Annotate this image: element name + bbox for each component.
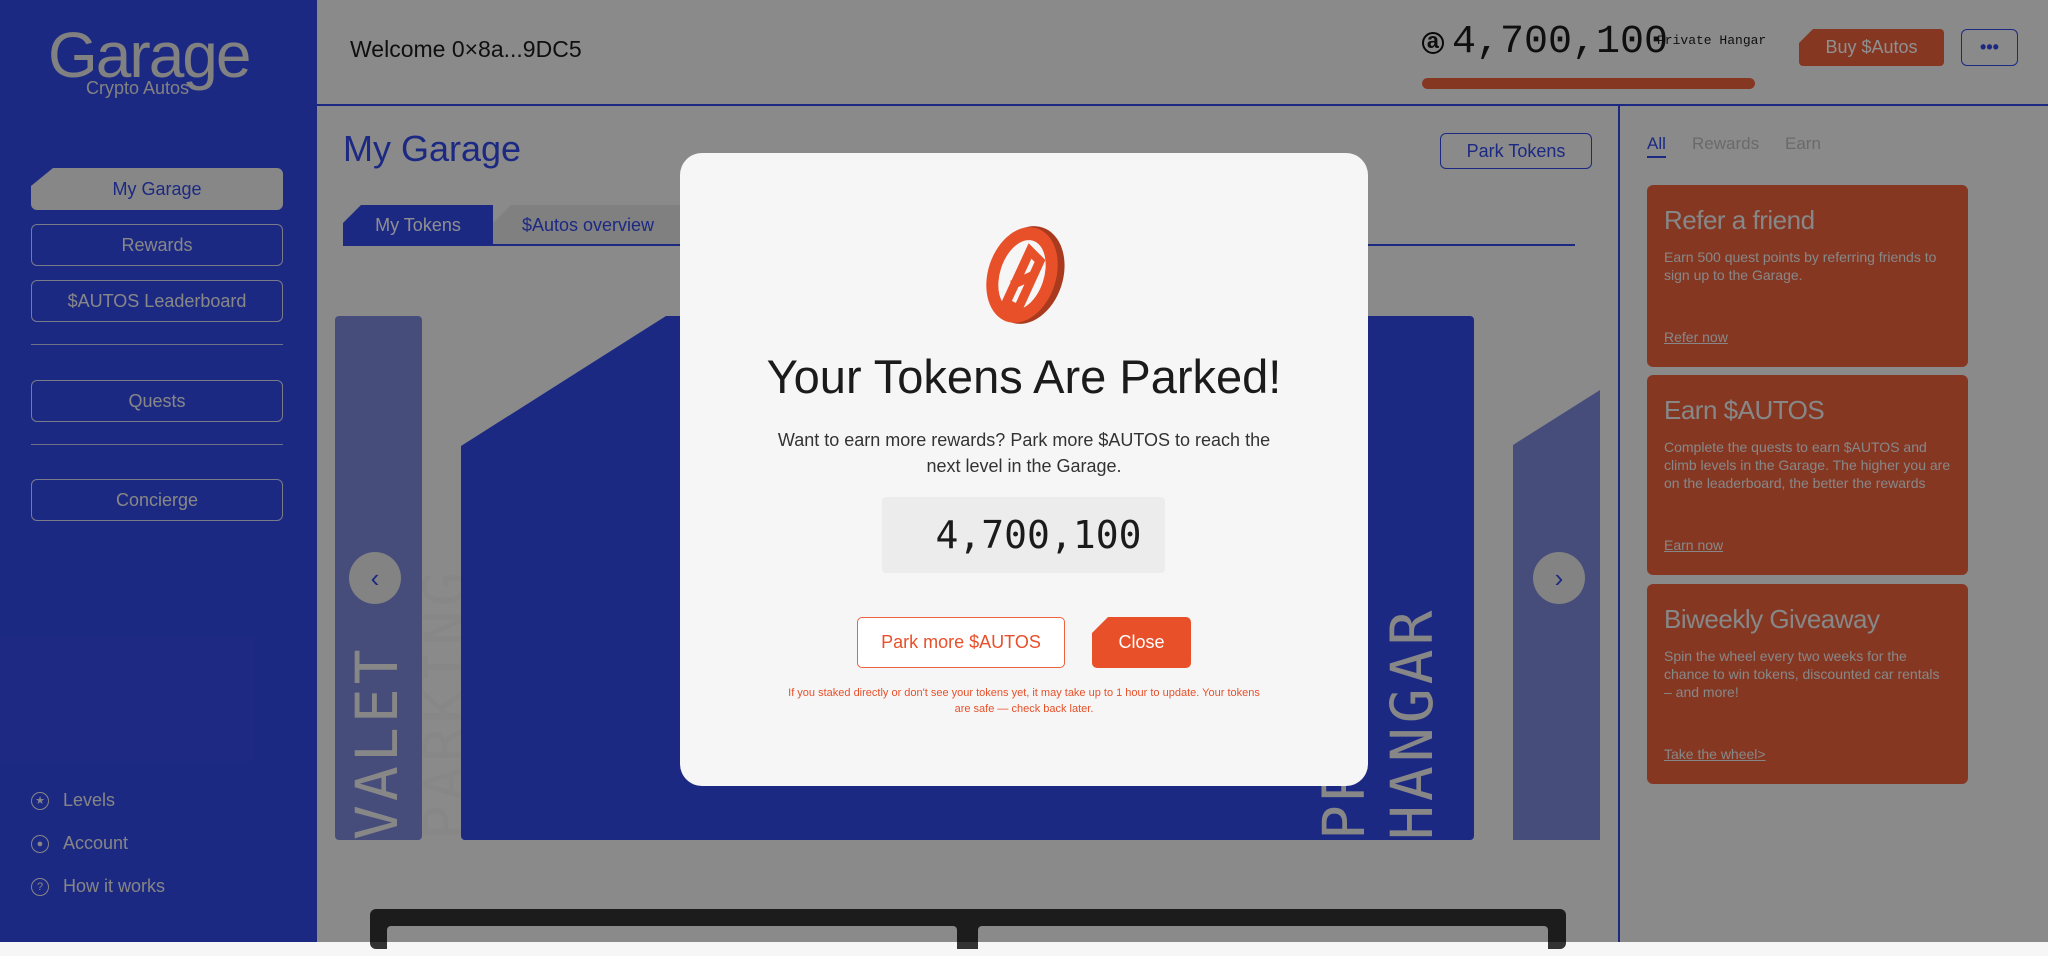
close-button[interactable]: Close <box>1092 617 1191 668</box>
modal-title: Your Tokens Are Parked! <box>766 350 1282 403</box>
update-note: If you staked directly or don't see your… <box>788 687 1260 715</box>
autos-coin-logo-icon <box>986 226 1065 324</box>
tokens-parked-modal: Your Tokens Are Parked! Want to earn mor… <box>680 153 1368 786</box>
modal-text: Want to earn more rewards? Park more $AU… <box>777 430 1271 476</box>
parked-amount: 4,700,100 <box>882 497 1165 573</box>
park-more-button[interactable]: Park more $AUTOS <box>857 617 1065 668</box>
